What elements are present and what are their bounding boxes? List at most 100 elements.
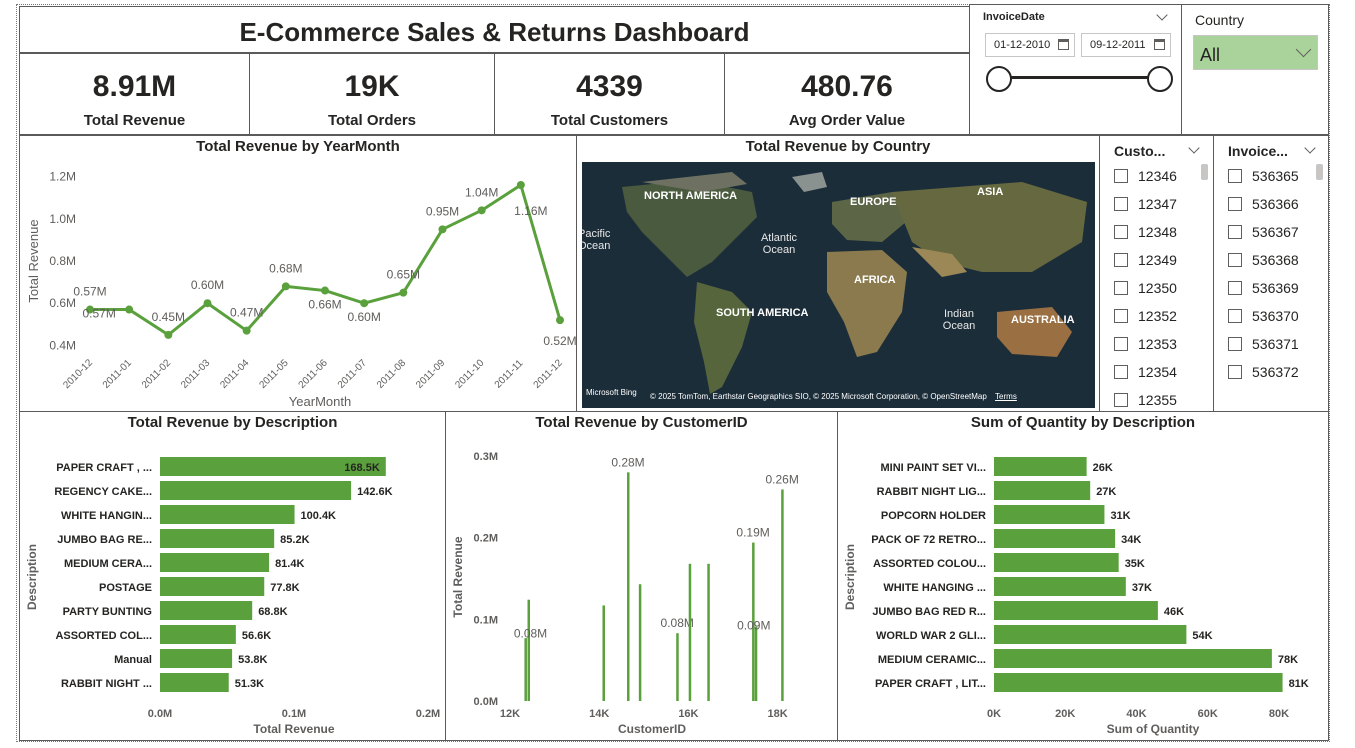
data-point [516, 181, 525, 189]
checkbox[interactable] [1228, 169, 1242, 183]
checkbox[interactable] [1228, 309, 1242, 323]
y-tick-label: 0.1M [474, 614, 498, 626]
chevron-down-icon[interactable] [1304, 142, 1316, 154]
invoice-list-item[interactable]: 536368 [1228, 246, 1299, 274]
customer-list-item[interactable]: 12347 [1114, 190, 1177, 218]
data-label: 31K [1110, 510, 1130, 522]
range-start-handle[interactable] [986, 66, 1012, 92]
bar [160, 601, 253, 620]
checkbox[interactable] [1114, 197, 1128, 211]
scrollbar[interactable] [1316, 164, 1323, 180]
column-bar [781, 489, 784, 701]
list-item-label: 536368 [1252, 252, 1299, 268]
invoice-list-item[interactable]: 536367 [1228, 218, 1299, 246]
checkbox[interactable] [1228, 197, 1242, 211]
dashboard-title-card: E-Commerce Sales & Returns Dashboard [19, 6, 970, 53]
x-tick-label: 2010-12 [61, 357, 95, 391]
invoice-list-item[interactable]: 536371 [1228, 330, 1299, 358]
list-item-label: 12348 [1138, 224, 1177, 240]
bing-logo: Microsoft Bing [586, 388, 637, 397]
map-label: NORTH AMERICA [644, 190, 738, 202]
checkbox[interactable] [1114, 253, 1128, 267]
data-label: 0.66M [308, 298, 341, 312]
y-tick-label: 0.6M [49, 296, 76, 310]
country-dropdown[interactable]: All [1193, 35, 1318, 70]
customer-list-item[interactable]: 12355 [1114, 386, 1177, 414]
customer-list-item[interactable]: 12353 [1114, 330, 1177, 358]
category-label: RABBIT NIGHT LIG... [877, 486, 986, 498]
data-point [242, 326, 251, 335]
checkbox[interactable] [1228, 365, 1242, 379]
data-label: 0.26M [765, 472, 798, 486]
checkbox[interactable] [1228, 337, 1242, 351]
chevron-down-icon[interactable] [1156, 9, 1168, 21]
bar [160, 649, 233, 668]
column-bar [627, 472, 630, 701]
checkbox[interactable] [1114, 393, 1128, 407]
chevron-down-icon[interactable] [1188, 142, 1200, 154]
customer-list-item[interactable]: 12346 [1114, 162, 1177, 190]
bar [994, 481, 1091, 500]
category-label: ASSORTED COLOU... [873, 558, 986, 570]
customer-list-item[interactable]: 12348 [1114, 218, 1177, 246]
scrollbar[interactable] [1201, 164, 1208, 180]
y-tick-label: 0.3M [474, 451, 498, 463]
data-label: 56.6K [242, 630, 271, 642]
column-bar [707, 563, 710, 701]
data-label: 85.2K [280, 534, 309, 546]
calendar-icon[interactable] [1058, 39, 1069, 50]
bar [994, 457, 1087, 476]
invoice-date-slicer: InvoiceDate 01-12-2010 09-12-2011 [969, 4, 1182, 135]
customer-list-item[interactable]: 12350 [1114, 274, 1177, 302]
checkbox[interactable] [1114, 309, 1128, 323]
checkbox[interactable] [1228, 253, 1242, 267]
range-end-handle[interactable] [1147, 66, 1173, 92]
column-chart: 0.0M 0.1M 0.2M 0.3M 12K 14K 16K 18K 0.08M 0.28M 0.… [451, 451, 799, 736]
category-label: WORLD WAR 2 GLI... [876, 630, 986, 642]
data-point [125, 305, 134, 314]
kpi-value: 19K [344, 70, 400, 103]
checkbox[interactable] [1228, 225, 1242, 239]
end-date-value: 09-12-2011 [1090, 39, 1146, 51]
date-range-track [1000, 76, 1160, 79]
end-date-input[interactable]: 09-12-2011 [1081, 33, 1171, 57]
customer-slicer: Custo... 12346 12347 12348 12349 12350 12352 1… [1099, 135, 1214, 412]
data-label: 77.8K [270, 582, 299, 594]
bar [160, 673, 229, 692]
data-point [281, 282, 290, 291]
invoice-list-item[interactable]: 536366 [1228, 190, 1299, 218]
checkbox[interactable] [1114, 281, 1128, 295]
category-label: JUMBO BAG RE... [57, 534, 152, 546]
invoice-list-item[interactable]: 536369 [1228, 274, 1299, 302]
world-map[interactable]: NORTH AMERICA EUROPE ASIA Pacific Ocean … [582, 162, 1095, 408]
data-point [438, 225, 447, 234]
calendar-icon[interactable] [1154, 39, 1165, 50]
invoice-list-item[interactable]: 536372 [1228, 358, 1299, 386]
data-label: 34K [1121, 534, 1141, 546]
invoice-list-item[interactable]: 536365 [1228, 162, 1299, 190]
x-tick-label: 2011-12 [532, 357, 566, 391]
y-tick-label: 0.0M [474, 696, 498, 708]
checkbox[interactable] [1114, 169, 1128, 183]
customer-list-item[interactable]: 12354 [1114, 358, 1177, 386]
checkbox[interactable] [1114, 225, 1128, 239]
data-label: 26K [1093, 462, 1113, 474]
column-bar [602, 605, 605, 701]
category-label: Manual [114, 654, 152, 666]
terms-link[interactable]: Terms [995, 392, 1017, 401]
checkbox[interactable] [1114, 337, 1128, 351]
checkbox[interactable] [1114, 365, 1128, 379]
customer-list-item[interactable]: 12352 [1114, 302, 1177, 330]
data-label: 142.6K [357, 486, 393, 498]
data-label: 0.52M [543, 334, 576, 348]
customer-list-item[interactable]: 12349 [1114, 246, 1177, 274]
category-label: POPCORN HOLDER [881, 510, 986, 522]
category-label: PAPER CRAFT , ... [56, 462, 152, 474]
list-item-label: 12353 [1138, 336, 1177, 352]
invoice-list-item[interactable]: 536370 [1228, 302, 1299, 330]
start-date-input[interactable]: 01-12-2010 [985, 33, 1075, 57]
chevron-down-icon[interactable] [1295, 41, 1312, 58]
x-tick-label: 2011-10 [453, 357, 487, 391]
list-item-label: 12349 [1138, 252, 1177, 268]
checkbox[interactable] [1228, 281, 1242, 295]
